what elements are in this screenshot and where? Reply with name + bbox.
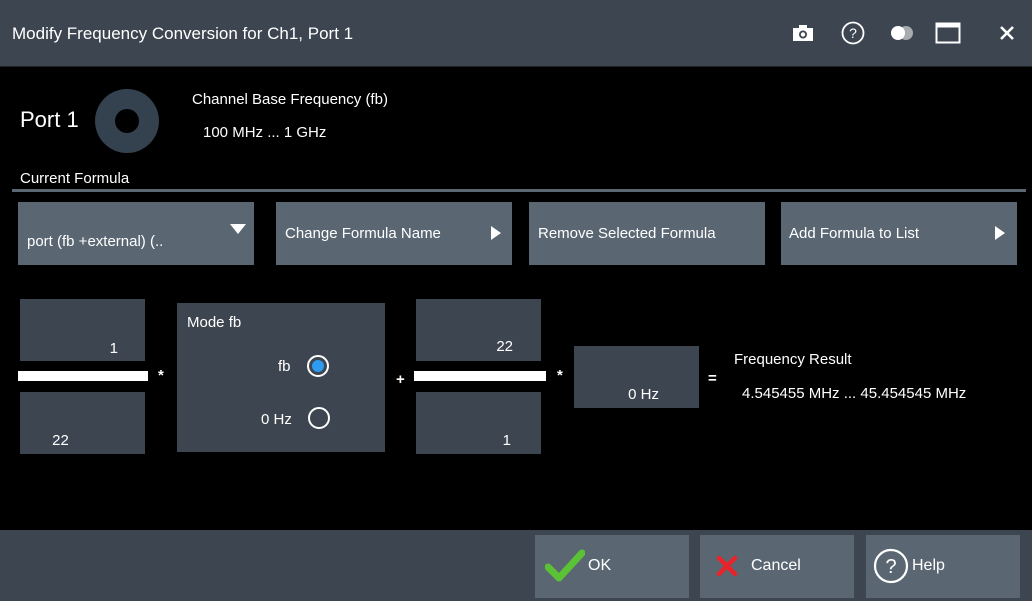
help-circle-icon: ? — [873, 548, 909, 584]
change-formula-name-label: Change Formula Name — [285, 225, 441, 242]
add-formula-label: Add Formula to List — [789, 225, 920, 242]
fraction-bar-1 — [18, 371, 148, 381]
arrow-right-icon — [491, 226, 501, 240]
mode-option-0hz-label: 0 Hz — [261, 411, 292, 428]
cancel-button[interactable]: Cancel — [700, 535, 854, 598]
formula-dropdown-button[interactable] — [220, 202, 254, 265]
checkmark-icon — [545, 549, 585, 582]
current-formula-label: Current Formula — [20, 170, 130, 187]
dialog-footer: OK Cancel ? Help — [0, 530, 1032, 601]
numerator-2-value: 22 — [496, 338, 513, 355]
remove-formula-label: Remove Selected Formula — [538, 225, 716, 242]
cross-icon — [716, 555, 738, 577]
change-formula-name-button[interactable]: Change Formula Name — [276, 202, 512, 265]
fraction-bar-2 — [414, 371, 546, 381]
add-formula-button[interactable]: Add Formula to List — [781, 202, 1017, 265]
mode-fb-group: Mode fb fb 0 Hz — [177, 303, 385, 452]
equals-sign: = — [708, 370, 717, 387]
title-bar: Modify Frequency Conversion for Ch1, Por… — [0, 0, 1032, 67]
maximize-icon[interactable] — [933, 18, 963, 48]
ok-button[interactable]: OK — [535, 535, 689, 598]
formula-select-value: port (fb +external) (.. — [27, 233, 164, 250]
mode-option-fb-radio[interactable] — [307, 355, 329, 377]
mode-option-0hz-radio[interactable] — [308, 407, 330, 429]
offset-field[interactable]: 0 Hz — [574, 346, 699, 408]
numerator-2-field[interactable]: 22 — [416, 299, 541, 361]
denominator-1-value: 22 — [52, 432, 69, 449]
denominator-2-value: 1 — [502, 432, 511, 449]
denominator-2-field[interactable]: 1 — [416, 392, 541, 454]
multiply-sign-2: * — [557, 367, 563, 384]
port-indicator-icon — [95, 89, 159, 153]
mode-option-fb-label: fb — [278, 358, 291, 375]
arrow-right-icon — [995, 226, 1005, 240]
multiply-sign-1: * — [158, 367, 164, 384]
frequency-result-value: 4.545455 MHz ... 45.454545 MHz — [742, 385, 967, 402]
numerator-1-value: 1 — [109, 340, 118, 357]
chevron-down-icon — [230, 224, 246, 234]
close-icon[interactable] — [992, 18, 1022, 48]
mode-fb-label: Mode fb — [187, 314, 242, 331]
section-divider — [12, 189, 1026, 192]
numerator-1-field[interactable]: 1 — [20, 299, 145, 361]
svg-text:?: ? — [885, 556, 896, 578]
port-title: Port 1 — [20, 107, 79, 132]
base-frequency-label: Channel Base Frequency (fb) — [192, 91, 388, 108]
dialog-body: Port 1 Channel Base Frequency (fb) 100 M… — [0, 67, 1032, 530]
camera-icon[interactable] — [788, 18, 818, 48]
transparency-icon[interactable] — [887, 18, 917, 48]
help-button[interactable]: ? Help — [866, 535, 1020, 598]
offset-value: 0 Hz — [628, 386, 659, 403]
formula-select[interactable]: port (fb +external) (.. — [18, 202, 220, 265]
window-title: Modify Frequency Conversion for Ch1, Por… — [12, 24, 354, 43]
help-circle-icon[interactable]: ? — [838, 18, 868, 48]
help-label: Help — [912, 557, 945, 574]
cancel-label: Cancel — [751, 557, 801, 574]
plus-sign: + — [396, 371, 405, 388]
base-frequency-value: 100 MHz ... 1 GHz — [203, 124, 327, 141]
remove-formula-button[interactable]: Remove Selected Formula — [529, 202, 765, 265]
svg-text:?: ? — [849, 25, 857, 41]
frequency-result-label: Frequency Result — [734, 351, 852, 368]
ok-label: OK — [588, 557, 612, 574]
denominator-1-field[interactable]: 22 — [20, 392, 145, 454]
